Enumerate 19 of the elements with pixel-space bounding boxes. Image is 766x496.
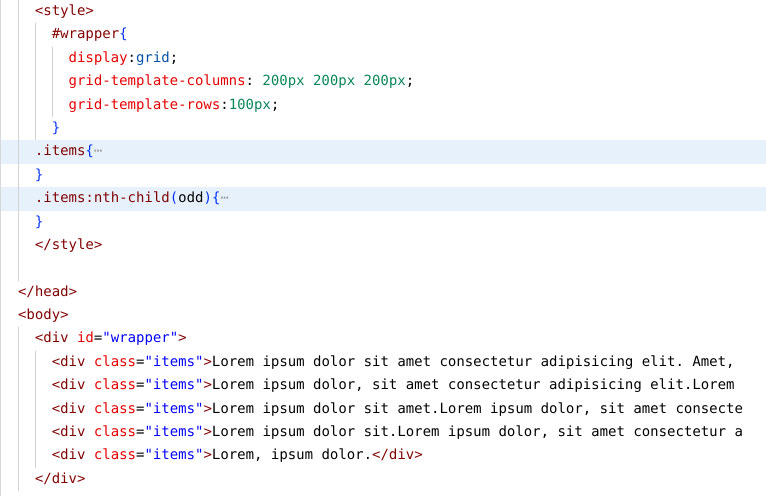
code-line: </div> (18, 468, 86, 492)
code-line: grid-template-rows:100px; (18, 94, 280, 117)
code-line: .items:nth-child(odd){⋯ (18, 187, 229, 211)
code-line: <body> (18, 306, 69, 326)
code-line: <div id="wrapper"> (18, 327, 187, 351)
code-line: } (18, 210, 44, 234)
code-line: grid-template-columns: 200px 200px 200px; (18, 70, 414, 94)
code-line: <div class="items">Lorem ipsum dolor sit.Lorem ipsum dolor, sit amet consectetur a (18, 421, 743, 444)
code-line: <style> (18, 0, 94, 24)
code-line: #wrapper{ (18, 23, 128, 47)
code-editor[interactable] (0, 0, 766, 496)
code-line: <div class="items">Lorem ipsum dolor sit amet.Lorem ipsum dolor, sit amet consecte (18, 398, 743, 422)
code-line: .items{⋯ (18, 140, 102, 164)
code-line: display:grid; (18, 46, 178, 70)
code-line: <div class="items">Lorem, ipsum dolor.</div> (18, 444, 423, 468)
code-line: <div class="items">Lorem ipsum dolor, sit amet consectetur adipisicing elit.Lorem (18, 374, 734, 398)
code-line: </style> (18, 234, 102, 258)
code-line: <div class="items">Lorem ipsum dolor sit amet consectetur adipisicing elit. Amet, (18, 350, 734, 374)
code-line: </head> (18, 282, 78, 302)
